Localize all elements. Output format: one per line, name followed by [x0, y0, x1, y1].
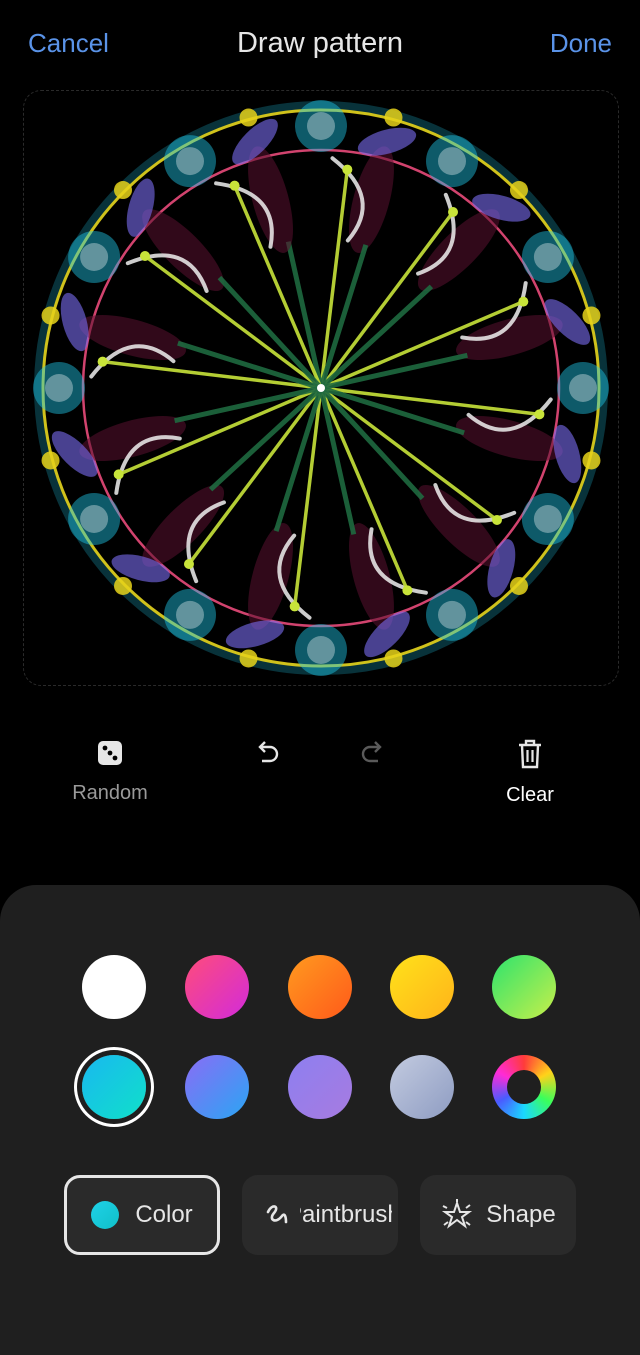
tab-shape-label: Shape: [486, 1201, 556, 1228]
dice-icon: [98, 741, 122, 765]
swatch-blue[interactable]: [185, 1055, 249, 1119]
redo-icon: [361, 741, 382, 763]
undo-icon: [258, 741, 279, 763]
drawing-canvas[interactable]: [23, 90, 619, 686]
swatch-pink[interactable]: [185, 955, 249, 1019]
tab-color-label: Color: [135, 1201, 193, 1228]
shape-sparkle-icon: [442, 1199, 473, 1229]
swatch-grey-blue[interactable]: [390, 1055, 454, 1119]
swatch-green[interactable]: [492, 955, 556, 1019]
page-title: Draw pattern: [236, 27, 403, 59]
tab-paintbrush[interactable]: Paintbrush: [242, 1175, 398, 1255]
top-bar: Cancel Draw pattern Done: [0, 0, 640, 90]
swatch-color-wheel[interactable]: [492, 1055, 556, 1119]
brush-panel: Color Paintbrush Shape: [0, 885, 640, 1355]
random-button[interactable]: Random: [60, 738, 160, 805]
tab-shape[interactable]: Shape: [420, 1175, 576, 1255]
swatch-white[interactable]: [82, 955, 146, 1019]
tab-paintbrush-label: Paintbrush: [300, 1201, 392, 1228]
swatch-yellow[interactable]: [390, 955, 454, 1019]
redo-button[interactable]: [351, 738, 395, 768]
undo-button[interactable]: [245, 738, 289, 768]
tab-color[interactable]: Color: [64, 1175, 220, 1255]
random-label: Random: [72, 782, 148, 804]
swatch-purple[interactable]: [288, 1055, 352, 1119]
color-wheel-icon: [507, 1070, 541, 1104]
color-dot-icon: [91, 1201, 120, 1229]
swatch-orange[interactable]: [288, 955, 352, 1019]
trash-icon: [519, 739, 541, 769]
clear-label: Clear: [506, 784, 554, 806]
brush-stroke-icon: [266, 1205, 288, 1224]
done-button[interactable]: Done: [550, 28, 612, 59]
swatch-cyan[interactable]: [82, 1055, 146, 1119]
pattern-artwork: [33, 100, 609, 676]
clear-button[interactable]: Clear: [480, 738, 580, 807]
